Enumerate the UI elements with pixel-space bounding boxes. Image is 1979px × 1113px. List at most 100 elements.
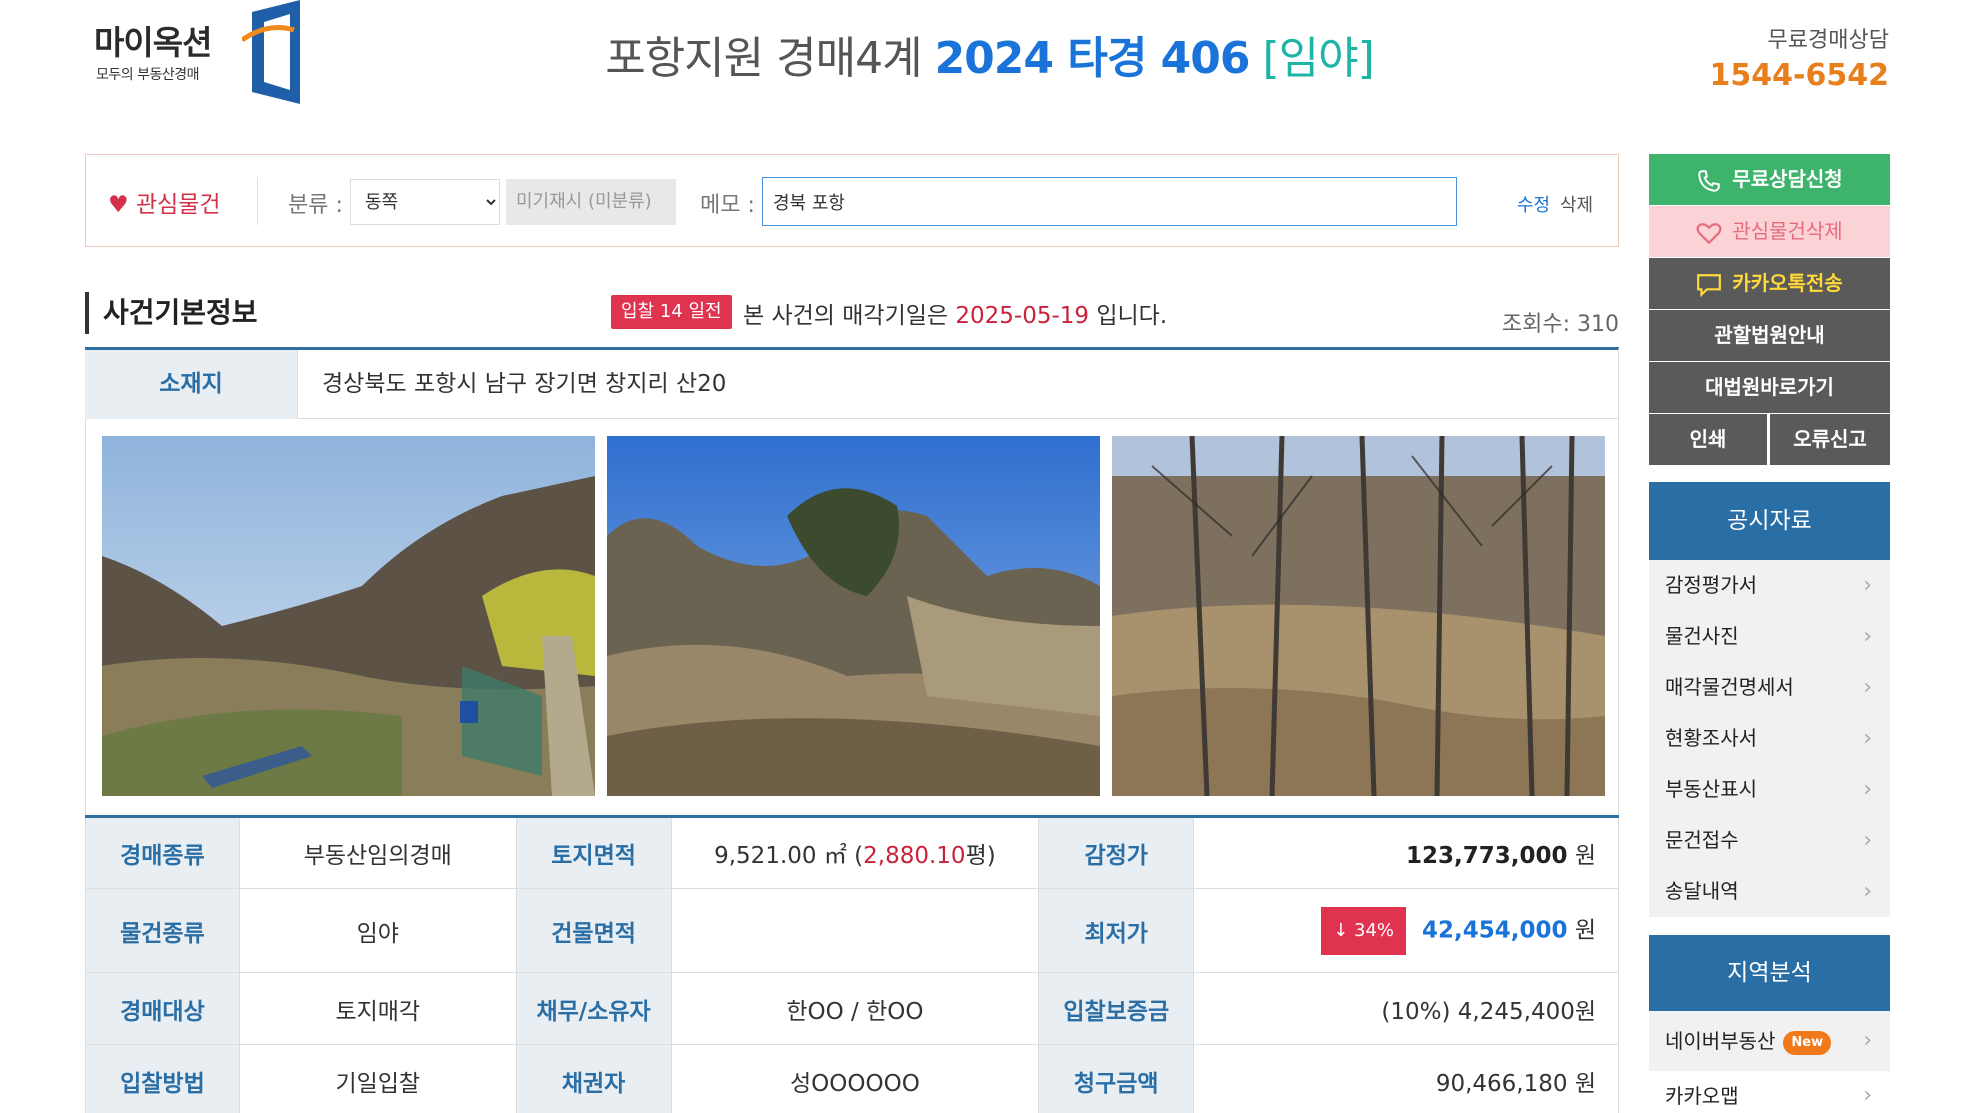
case-info-table: 경매종류 부동산임의경매 토지면적 9,521.00 ㎡ (2,880.10평)… (85, 815, 1619, 1113)
target-value: 토지매각 (238, 972, 517, 1045)
deposit-label: 입찰보증금 (1038, 972, 1195, 1045)
sale-date-notice: 본 사건의 매각기일은 2025-05-19 입니다. (743, 296, 1167, 330)
address-row: 소재지 경상북도 포항시 남구 장기면 창지리 산20 (85, 347, 1619, 419)
min-price-amount: 42,454,000 (1422, 917, 1568, 943)
category-label: 분류 : (288, 193, 343, 218)
area-analysis-list: 네이버부동산 New › 카카오맵 › (1649, 1011, 1890, 1113)
table-row: 경매대상 토지매각 채무/소유자 한OO / 한OO 입찰보증금 (10%) 4… (85, 972, 1619, 1045)
consult-request-button[interactable]: 무료상담신청 (1649, 154, 1890, 205)
bid-countdown-badge: 입찰 14 일전 (611, 295, 732, 329)
kakao-send-button[interactable]: 카카오톡전송 (1649, 258, 1890, 309)
land-area-value: 9,521.00 ㎡ (2,880.10평) (670, 816, 1040, 889)
photo-gallery (85, 419, 1619, 815)
consult-info: 무료경매상담 1544-6542 (1710, 22, 1889, 93)
property-photo-1[interactable] (102, 436, 595, 796)
new-badge: New (1783, 1030, 1832, 1055)
item-label: 현황조사서 (1665, 726, 1757, 750)
building-area-value (670, 888, 1040, 973)
divider (257, 177, 258, 225)
chevron-right-icon: › (1863, 1028, 1872, 1053)
land-area-unit: 평) (965, 843, 996, 869)
memo-input[interactable] (762, 177, 1457, 226)
item-label: 네이버부동산 (1665, 1029, 1776, 1053)
item-type-label: 물건종류 (85, 888, 240, 973)
property-photo-2[interactable] (607, 436, 1100, 796)
item-type-value: 임야 (238, 888, 517, 973)
claim-label: 청구금액 (1038, 1044, 1195, 1113)
list-item[interactable]: 현황조사서 › (1649, 713, 1890, 764)
public-docs-list: 감정평가서 › 물건사진 › 매각물건명세서 › 현황조사서 › 부동산표시 › 문건접수… (1649, 560, 1890, 917)
notice-text: 본 사건의 매각기일은 (743, 303, 956, 329)
kakao-send-label: 카카오톡전송 (1732, 271, 1843, 295)
court-name: 포항지원 경매4계 (605, 33, 922, 84)
list-item[interactable]: 네이버부동산 New › (1649, 1011, 1890, 1071)
appraisal-amount: 123,773,000 (1406, 843, 1568, 869)
chevron-right-icon: › (1863, 675, 1872, 700)
consult-request-label: 무료상담신청 (1732, 167, 1843, 191)
land-area-pyeong: 2,880.10 (863, 843, 966, 869)
chevron-right-icon: › (1863, 777, 1872, 802)
interest-bar: ♥ 관심물건 분류 : 동쪽 미기재시 (미분류) 메모 : 수정 삭제 (85, 154, 1619, 247)
min-price-label: 최저가 (1038, 888, 1195, 973)
property-photo-3[interactable] (1112, 436, 1605, 796)
chevron-right-icon: › (1863, 879, 1872, 904)
item-label: 문건접수 (1665, 828, 1739, 852)
consult-phone[interactable]: 1544-6542 (1710, 58, 1889, 93)
print-button[interactable]: 인쇄 (1649, 414, 1767, 465)
delete-link[interactable]: 삭제 (1560, 191, 1593, 217)
list-item[interactable]: 매각물건명세서 › (1649, 662, 1890, 713)
method-value: 기일입찰 (238, 1044, 517, 1113)
section-title: 사건기본정보 (85, 292, 258, 334)
won-unit: 원 (1574, 917, 1596, 943)
chevron-right-icon: › (1863, 726, 1872, 751)
debtor-value: 한OO / 한OO (670, 972, 1040, 1045)
item-label: 부동산표시 (1665, 777, 1757, 801)
appraisal-label: 감정가 (1038, 816, 1195, 889)
list-item[interactable]: 물건사진 › (1649, 611, 1890, 662)
table-row: 입찰방법 기일입찰 채권자 성OOOOOO 청구금액 90,466,180 원 (85, 1044, 1619, 1113)
won-unit: 원 (1574, 1070, 1596, 1097)
list-item[interactable]: 카카오맵 › (1649, 1071, 1890, 1113)
address-value: 경상북도 포항시 남구 장기면 창지리 산20 (322, 371, 727, 397)
chevron-right-icon: › (1863, 828, 1872, 853)
item-label: 송달내역 (1665, 879, 1739, 903)
min-price-value: ↓ 34% 42,454,000 원 (1193, 888, 1619, 973)
claim-value: 90,466,180 원 (1193, 1044, 1619, 1113)
debtor-label: 채무/소유자 (515, 972, 672, 1045)
page-title: 포항지원 경매4계 2024 타경 406 [임야] (0, 22, 1979, 86)
case-number: 2024 타경 406 (934, 33, 1251, 84)
notice-text-end: 입니다. (1089, 303, 1168, 329)
method-label: 입찰방법 (85, 1044, 240, 1113)
delete-interest-button[interactable]: 관심물건삭제 (1649, 206, 1890, 257)
report-error-button[interactable]: 오류신고 (1770, 414, 1890, 465)
supreme-court-button[interactable]: 대법원바로가기 (1649, 362, 1890, 413)
unassigned-button[interactable]: 미기재시 (미분류) (506, 179, 676, 225)
list-item[interactable]: 부동산표시 › (1649, 764, 1890, 815)
auction-type-label: 경매종류 (85, 816, 240, 889)
edit-link[interactable]: 수정 (1517, 191, 1550, 217)
item-label: 카카오맵 (1665, 1084, 1739, 1108)
list-item[interactable]: 송달내역 › (1649, 866, 1890, 917)
public-docs-header: 공시자료 (1649, 482, 1890, 560)
auction-type-value: 부동산임의경매 (238, 816, 517, 889)
court-guide-button[interactable]: 관할법원안내 (1649, 310, 1890, 361)
consult-label: 무료경매상담 (1767, 28, 1889, 53)
item-label: 물건사진 (1665, 624, 1739, 648)
chevron-right-icon: › (1863, 624, 1872, 649)
interest-toggle[interactable]: ♥ 관심물건 (108, 185, 221, 219)
target-label: 경매대상 (85, 972, 240, 1045)
discount-badge: ↓ 34% (1321, 906, 1406, 955)
delete-interest-label: 관심물건삭제 (1732, 219, 1843, 243)
list-item[interactable]: 감정평가서 › (1649, 560, 1890, 611)
memo-label: 메모 : (700, 193, 755, 218)
sale-date: 2025-05-19 (955, 303, 1090, 329)
phone-icon (1698, 169, 1721, 192)
area-analysis-header: 지역분석 (1649, 935, 1890, 1011)
view-count: 조회수: 310 (1501, 312, 1619, 337)
land-area-label: 토지면적 (515, 816, 672, 889)
chevron-right-icon: › (1863, 573, 1872, 598)
category-select[interactable]: 동쪽 (350, 179, 500, 225)
creditor-value: 성OOOOOO (670, 1044, 1040, 1113)
address-label: 소재지 (85, 350, 298, 419)
list-item[interactable]: 문건접수 › (1649, 815, 1890, 866)
